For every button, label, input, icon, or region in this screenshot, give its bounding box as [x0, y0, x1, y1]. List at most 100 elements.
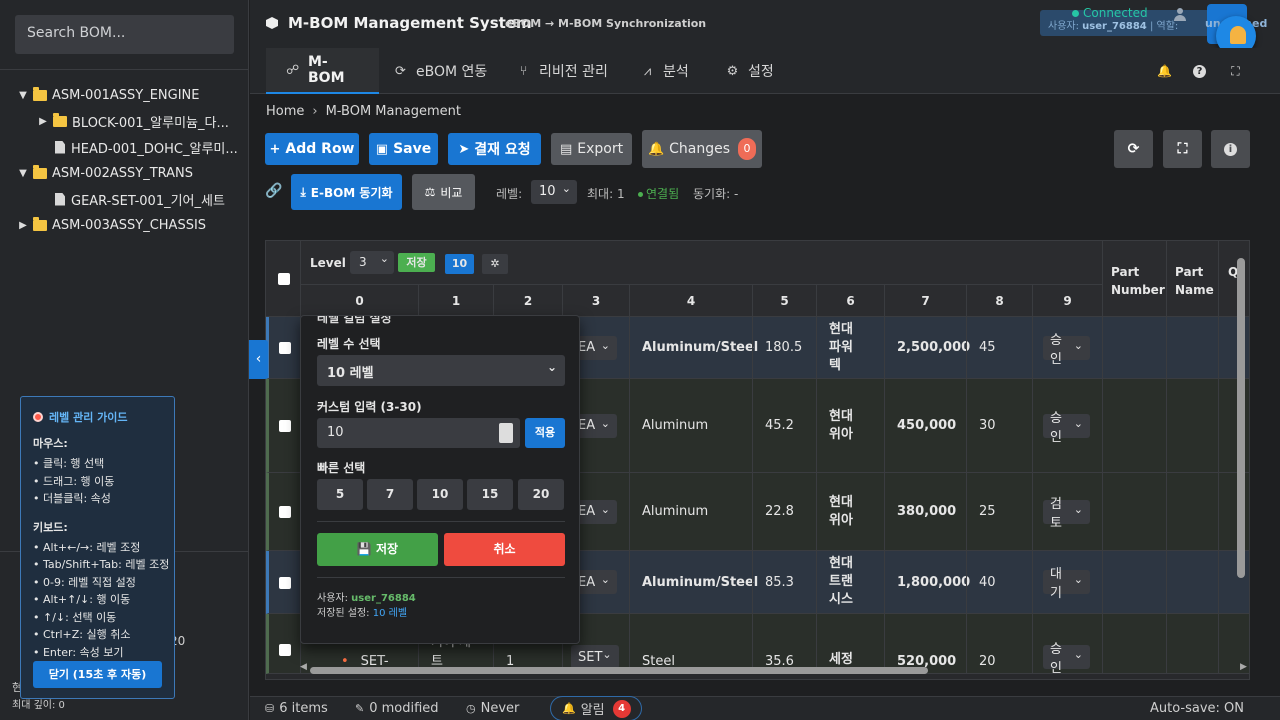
- cell-quantity[interactable]: [1218, 551, 1249, 613]
- level-select[interactable]: 10 ⌄: [531, 180, 577, 204]
- cell-lead-time[interactable]: 40: [966, 551, 1032, 613]
- export-button[interactable]: ▤ Export: [551, 133, 632, 165]
- horizontal-scrollbar[interactable]: ◀ ▶: [300, 662, 1249, 675]
- info-button[interactable]: i: [1211, 130, 1250, 168]
- col-header-part-name[interactable]: Part Name: [1166, 241, 1218, 317]
- ebom-sync-button[interactable]: ⤓ E-BOM 동기화: [291, 174, 402, 210]
- popup-save-button[interactable]: 💾 저장: [317, 533, 438, 566]
- cell-material[interactable]: Aluminum: [629, 379, 752, 472]
- status-dropdown[interactable]: 승인: [1043, 333, 1090, 367]
- scroll-thumb[interactable]: [310, 667, 928, 674]
- cell-supplier[interactable]: 현대트랜시스: [816, 551, 884, 613]
- col-header-level-3[interactable]: 3: [562, 285, 629, 317]
- row-checkbox[interactable]: [279, 506, 291, 518]
- cell-material[interactable]: Aluminum/Steel: [629, 317, 758, 378]
- tab-settings[interactable]: ⚙ 설정: [706, 48, 794, 94]
- changes-button[interactable]: 🔔 Changes 0: [642, 130, 762, 168]
- expand-button[interactable]: ⛶: [1163, 130, 1202, 168]
- col-header-level-9[interactable]: 9: [1032, 285, 1102, 317]
- quick-level-button[interactable]: 15: [467, 479, 513, 510]
- scroll-right-icon[interactable]: ▶: [1240, 662, 1247, 672]
- cell-lead-time[interactable]: 45: [966, 317, 1032, 378]
- cell-cost[interactable]: 380,000: [884, 473, 966, 550]
- tree-item[interactable]: HEAD-001_DOHC_알루미...: [0, 134, 249, 160]
- tab-mbom[interactable]: ☍ M-BOM: [266, 48, 379, 94]
- cell-material[interactable]: Aluminum/Steel: [629, 551, 758, 613]
- cell-part-number[interactable]: [1102, 551, 1166, 613]
- tab-analysis[interactable]: ⩘ 분석: [621, 48, 709, 94]
- level-count-button[interactable]: 10: [445, 254, 474, 274]
- cell-supplier[interactable]: 현대위아: [816, 473, 884, 550]
- guide-close-button[interactable]: 닫기 (15초 후 자동): [33, 661, 162, 688]
- refresh-button[interactable]: ⟳: [1114, 130, 1153, 168]
- col-header-level-5[interactable]: 5: [752, 285, 816, 317]
- level-save-button[interactable]: 저장: [398, 253, 435, 272]
- tab-revision[interactable]: ⑂ 리비전 관리: [497, 48, 628, 94]
- row-checkbox[interactable]: [279, 342, 291, 354]
- level-select[interactable]: 3 ⌄: [350, 251, 394, 274]
- cell-cost[interactable]: 2,500,000: [884, 317, 970, 378]
- cell-lead-time[interactable]: 25: [966, 473, 1032, 550]
- level-count-select[interactable]: 10 레벨 ⌄: [317, 355, 565, 386]
- select-all-checkbox[interactable]: [278, 273, 290, 285]
- tree-item[interactable]: ▶ ASM-003ASSY_CHASSIS: [0, 212, 249, 238]
- row-checkbox[interactable]: [279, 644, 291, 656]
- cell-part-name[interactable]: [1166, 379, 1218, 472]
- help-icon[interactable]: ?: [1193, 65, 1206, 78]
- tree-item[interactable]: GEAR-SET-001_기어_세트: [0, 186, 249, 212]
- quick-level-button[interactable]: 5: [317, 479, 363, 510]
- tree-item[interactable]: ▼ ASM-001ASSY_ENGINE: [0, 82, 249, 108]
- cell-supplier[interactable]: 현대파워텍: [816, 317, 884, 378]
- caret-down-icon[interactable]: ▼: [17, 168, 29, 179]
- apply-button[interactable]: 적용: [525, 418, 565, 448]
- col-header-quantity[interactable]: Q: [1218, 241, 1249, 317]
- add-row-button[interactable]: + Add Row: [265, 133, 359, 165]
- cell-status[interactable]: 검토: [1032, 473, 1102, 550]
- col-header-level-2[interactable]: 2: [493, 285, 562, 317]
- row-checkbox[interactable]: [279, 420, 291, 432]
- scroll-left-icon[interactable]: ◀: [300, 662, 307, 672]
- caret-right-icon[interactable]: ▶: [17, 220, 29, 231]
- cell-weight[interactable]: 180.5: [752, 317, 816, 378]
- cell-part-number[interactable]: [1102, 473, 1166, 550]
- popup-cancel-button[interactable]: 취소: [444, 533, 565, 566]
- cell-cost[interactable]: 450,000: [884, 379, 966, 472]
- fullscreen-icon[interactable]: ⛶: [1229, 65, 1242, 78]
- row-checkbox[interactable]: [279, 576, 291, 589]
- cell-lead-time[interactable]: 30: [966, 379, 1032, 472]
- status-dropdown[interactable]: 승인: [1043, 411, 1090, 445]
- quick-level-button[interactable]: 10: [417, 479, 463, 510]
- col-header-level-8[interactable]: 8: [966, 285, 1032, 317]
- tree-item[interactable]: ▼ ASM-002ASSY_TRANS: [0, 160, 249, 186]
- cell-weight[interactable]: 45.2: [752, 379, 816, 472]
- cell-weight[interactable]: 85.3: [752, 551, 816, 613]
- caret-down-icon[interactable]: ▼: [17, 90, 29, 101]
- cell-supplier[interactable]: 현대위아: [816, 379, 884, 472]
- tab-ebom[interactable]: ⟳ eBOM 연동: [374, 48, 507, 94]
- cell-status[interactable]: 대기: [1032, 551, 1102, 613]
- cell-part-number[interactable]: [1102, 317, 1166, 378]
- number-spinner[interactable]: [499, 423, 513, 443]
- vertical-scrollbar[interactable]: [1237, 258, 1245, 578]
- cell-quantity[interactable]: [1218, 317, 1249, 378]
- cell-material[interactable]: Aluminum: [629, 473, 752, 550]
- quick-level-button[interactable]: 20: [518, 479, 564, 510]
- col-header-level-6[interactable]: 6: [816, 285, 884, 317]
- col-header-level-1[interactable]: 1: [418, 285, 493, 317]
- cell-cost[interactable]: 1,800,000: [884, 551, 970, 613]
- cell-status[interactable]: 승인: [1032, 379, 1102, 472]
- tree-item[interactable]: ▶ BLOCK-001_알루미늄_다...: [0, 108, 249, 134]
- cell-part-number[interactable]: [1102, 379, 1166, 472]
- cell-weight[interactable]: 22.8: [752, 473, 816, 550]
- cell-part-name[interactable]: [1166, 473, 1218, 550]
- col-header-level-4[interactable]: 4: [629, 285, 752, 317]
- cell-quantity[interactable]: [1218, 473, 1249, 550]
- bell-icon[interactable]: 🔔: [1157, 65, 1172, 78]
- compare-button[interactable]: ⚖ 비교: [412, 174, 475, 210]
- quick-level-button[interactable]: 7: [367, 479, 413, 510]
- magic-wand-button[interactable]: ✲: [482, 254, 508, 274]
- status-dropdown[interactable]: 검토: [1043, 497, 1090, 531]
- search-input[interactable]: Search BOM...: [15, 15, 234, 54]
- status-dropdown[interactable]: 대기: [1043, 567, 1090, 601]
- col-header-level-7[interactable]: 7: [884, 285, 966, 317]
